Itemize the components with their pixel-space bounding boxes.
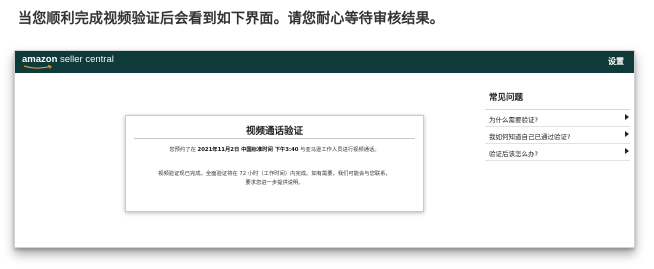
faq-item-label: 为什么需要验证? xyxy=(489,116,538,124)
appointment-datetime: 2021年11月2日 中国标准时间 下午3:40 xyxy=(197,147,299,153)
appointment-text: 您预约了在 2021年11月2日 中国标准时间 下午3:40 与亚马逊工作人员进… xyxy=(126,145,423,153)
instruction-heading: 当您顺利完成视频验证后会看到如下界面。请您耐心等待审核结果。 xyxy=(18,11,444,27)
card-divider xyxy=(134,138,415,139)
faq-item-label: 我如何知道自己已通过验证? xyxy=(489,133,571,141)
completion-text-continued: 要求您进一步提供说明。 xyxy=(245,180,304,186)
amazon-seller-central-logo[interactable]: amazon seller central xyxy=(22,54,114,69)
top-navigation-bar: amazon seller central 设置 xyxy=(15,51,634,73)
completion-text: 视频验证现已完成。全面验证将在 72 小时（工作时间）内完成。如有需要，我们可能… xyxy=(158,171,391,177)
chevron-right-icon xyxy=(625,114,629,120)
faq-title: 常见问题 xyxy=(485,91,630,110)
logo-brand-text: amazon xyxy=(22,54,58,65)
seller-central-window: amazon seller central 设置 视频通话验证 您预约了在 20… xyxy=(14,50,635,248)
appointment-prefix: 您预约了在 xyxy=(169,147,198,153)
video-verification-card: 视频通话验证 您预约了在 2021年11月2日 中国标准时间 下午3:40 与亚… xyxy=(125,115,424,212)
faq-item-label: 验证后该怎么办? xyxy=(489,150,538,158)
card-title: 视频通话验证 xyxy=(245,126,303,137)
chevron-right-icon xyxy=(625,148,629,154)
chevron-right-icon xyxy=(625,131,629,137)
faq-panel: 常见问题 为什么需要验证? 我如何知道自己已通过验证? 验证后该怎么办? xyxy=(485,91,630,161)
appointment-suffix: 与亚马逊工作人员进行视频通话。 xyxy=(298,147,380,153)
amazon-smile-icon xyxy=(23,65,52,69)
logo-sub-text: seller central xyxy=(57,54,114,65)
faq-item-why-verify[interactable]: 为什么需要验证? xyxy=(485,110,630,127)
settings-link[interactable]: 设置 xyxy=(608,56,624,67)
faq-item-after-verification[interactable]: 验证后该怎么办? xyxy=(485,144,630,161)
faq-item-how-know-passed[interactable]: 我如何知道自己已通过验证? xyxy=(485,127,630,144)
